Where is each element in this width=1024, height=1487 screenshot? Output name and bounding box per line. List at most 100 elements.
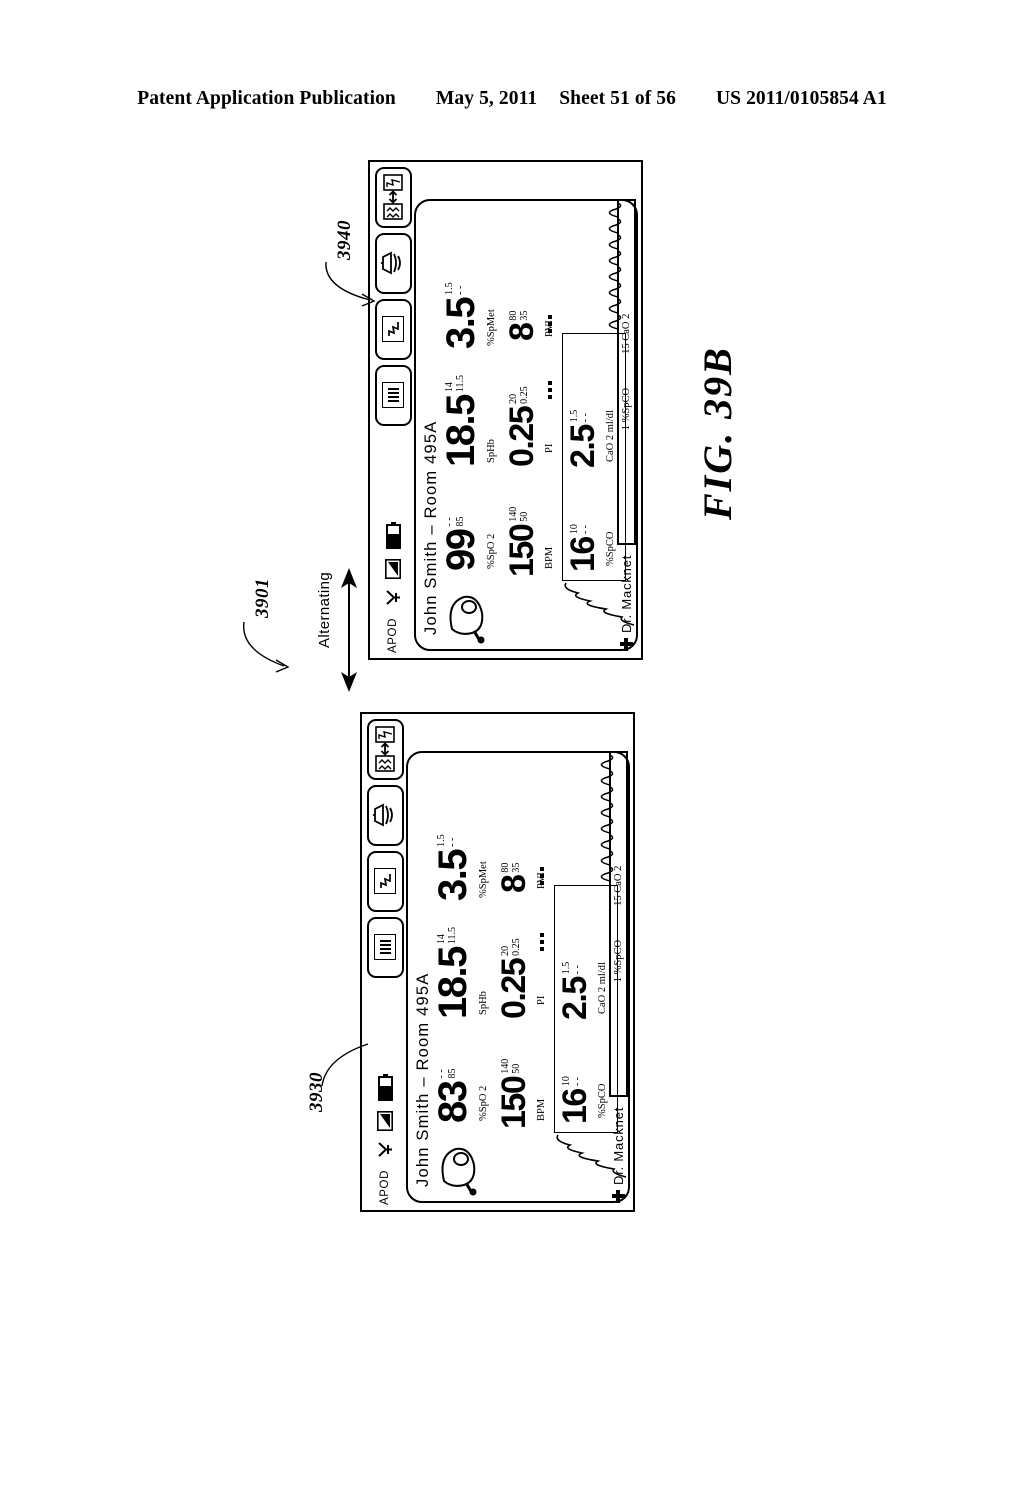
antenna-icon <box>377 1142 392 1157</box>
device-bottom-statusbar: APOD <box>366 719 404 1205</box>
spco-limit-high: 10 <box>561 1076 572 1087</box>
spmet-limit-high: 1.5 <box>444 282 455 295</box>
param-spmet-top[interactable]: 3.5 1.5 - - <box>439 282 483 349</box>
device-bottom-screen[interactable]: John Smith – Room 495A 83 - - 85 %SpO 2 … <box>406 751 630 1203</box>
swap-display-button[interactable] <box>366 719 404 780</box>
spo2-limit-low: 85 <box>454 516 466 527</box>
bargraph-view-button[interactable] <box>366 917 404 978</box>
tick-marks-row-b <box>548 378 552 399</box>
sphb-limit-high: 14 <box>444 382 455 393</box>
sphb-label: SpHb <box>478 991 489 1015</box>
device-bottom-host: APOD John Smith – Room 495A 83 - - 85 %S… <box>360 712 860 1487</box>
sphb-limit-high: 14 <box>436 934 447 945</box>
alarm-speaker-button[interactable] <box>366 785 404 846</box>
param-spco-bottom[interactable]: 16 10 - - <box>556 1076 594 1124</box>
param-bpm-bottom[interactable]: 150 140 50 <box>495 1059 533 1129</box>
spmet-label: %SpMet <box>486 309 497 346</box>
device-top-screen[interactable]: John Smith – Room 495A 99 - - 85 %SpO 2 … <box>414 199 638 651</box>
bpm-limit-high: 140 <box>508 506 519 522</box>
cao2-limit-low: - - <box>579 413 591 423</box>
pi-limit-high: 20 <box>500 945 511 956</box>
alternating-double-arrow <box>341 568 357 692</box>
reference-numeral-3940: 3940 <box>334 220 355 260</box>
clinician-info-top[interactable]: Dr. Macknet <box>619 555 634 651</box>
signal-strength-icon <box>377 1111 393 1131</box>
tick-marks-row-a <box>540 864 544 885</box>
sphb-limit-low: 11.5 <box>454 375 466 393</box>
param-cao2-bottom[interactable]: 2.5 1.5 - - <box>556 962 594 1020</box>
sheet-number: Sheet 51 of 56 <box>559 88 676 109</box>
waveform-view-button[interactable] <box>366 851 404 912</box>
signal-strength-icon <box>385 559 401 579</box>
bpm-label: BPM <box>544 546 555 569</box>
cao2-limit-low: - - <box>571 965 583 975</box>
param-pvi-bottom[interactable]: 8 80 35 <box>495 862 533 893</box>
swap-display-button[interactable] <box>374 167 412 228</box>
pvi-limit-low: 35 <box>518 310 530 321</box>
apod-label: APOD <box>379 1170 391 1205</box>
medical-cross-icon <box>612 1190 625 1203</box>
pvi-limit-high: 80 <box>500 862 511 873</box>
param-spo2-top[interactable]: 99 - - 85 <box>439 516 483 572</box>
tick-marks-row-a <box>548 312 552 333</box>
alternating-label: Alternating <box>316 571 333 648</box>
speaker-alarm-icon <box>373 804 393 827</box>
clinician-name: Dr. Macknet <box>618 554 634 633</box>
leader-line-3901 <box>243 621 290 673</box>
pulse-waveform-top <box>608 203 622 330</box>
pvi-limit-high: 80 <box>508 310 519 321</box>
pi-limit-low: 0.25 <box>510 938 522 956</box>
param-spco-top[interactable]: 16 10 - - <box>564 524 602 572</box>
param-pi-top[interactable]: 0.25 20 0.25 <box>503 386 541 467</box>
pvi-limit-low: 35 <box>510 862 522 873</box>
clinician-name: Dr. Macknet <box>610 1106 626 1185</box>
cao2-label: CaO 2 ml/dl <box>597 962 608 1014</box>
param-spo2-bottom[interactable]: 83 - - 85 <box>431 1068 475 1124</box>
param-spmet-bottom[interactable]: 3.5 1.5 - - <box>431 834 475 901</box>
alarm-bell-icon <box>441 1147 477 1196</box>
param-pi-bottom[interactable]: 0.25 20 0.25 <box>495 938 533 1019</box>
sphb-value: 18.5 <box>431 947 475 1019</box>
monitor-device-top[interactable]: APOD John Smith – Room 495A 99 - - 85 %S… <box>368 160 643 660</box>
param-cao2-top[interactable]: 2.5 1.5 - - <box>564 409 602 468</box>
bpm-limit-low: 50 <box>518 511 530 522</box>
waveform-view-button[interactable] <box>374 299 412 360</box>
param-bpm-top[interactable]: 150 140 50 <box>503 506 541 577</box>
spo2-label: %SpO 2 <box>486 533 497 569</box>
publication-date: May 5, 2011 <box>435 88 538 109</box>
apod-label: APOD <box>387 618 399 653</box>
spmet-limit-low: - - <box>446 837 458 847</box>
bpm-value: 150 <box>503 524 541 577</box>
publication-number: US 2011/0105854 A1 <box>715 88 887 109</box>
bargraph-view-button[interactable] <box>374 365 412 426</box>
bpm-label: BPM <box>536 1098 547 1121</box>
spo2-limit-high: - - <box>444 517 455 527</box>
param-sphb-bottom[interactable]: 18.5 14 11.5 <box>431 927 475 1019</box>
swap-traces-icon <box>383 174 403 221</box>
pi-value: 0.25 <box>503 406 541 467</box>
device-top-statusbar: APOD <box>374 167 412 653</box>
param-sphb-top[interactable]: 18.5 14 11.5 <box>439 375 483 467</box>
medical-cross-icon <box>620 638 633 651</box>
monitor-device-bottom[interactable]: APOD John Smith – Room 495A 83 - - 85 %S… <box>360 712 635 1212</box>
pvi-value: 8 <box>503 323 541 341</box>
cao2-value: 2.5 <box>556 977 594 1020</box>
bpm-value: 150 <box>495 1076 533 1129</box>
spmet-label: %SpMet <box>478 861 489 898</box>
spco-label: %SpCO <box>605 531 616 566</box>
spo2-limit-low: 85 <box>446 1068 458 1079</box>
cao2-label: CaO 2 ml/dl <box>605 410 616 462</box>
spco-limit-low: - - <box>571 1077 583 1087</box>
legend-bar-top: 1 %SpCO 15 CaO 2 <box>616 199 636 545</box>
pi-limit-high: 20 <box>508 393 519 404</box>
param-pvi-top[interactable]: 8 80 35 <box>503 310 541 341</box>
pvi-value: 8 <box>495 875 533 893</box>
spco-label: %SpCO <box>597 1083 608 1118</box>
pi-label: PI <box>544 443 555 453</box>
spmet-limit-high: 1.5 <box>436 834 447 847</box>
cao2-limit-high: 1.5 <box>569 409 580 423</box>
spco-value: 16 <box>564 537 602 572</box>
clinician-info-bottom[interactable]: Dr. Macknet <box>611 1107 626 1203</box>
spmet-limit-low: - - <box>454 285 466 295</box>
figure-caption: FIG. 39B <box>695 346 740 520</box>
